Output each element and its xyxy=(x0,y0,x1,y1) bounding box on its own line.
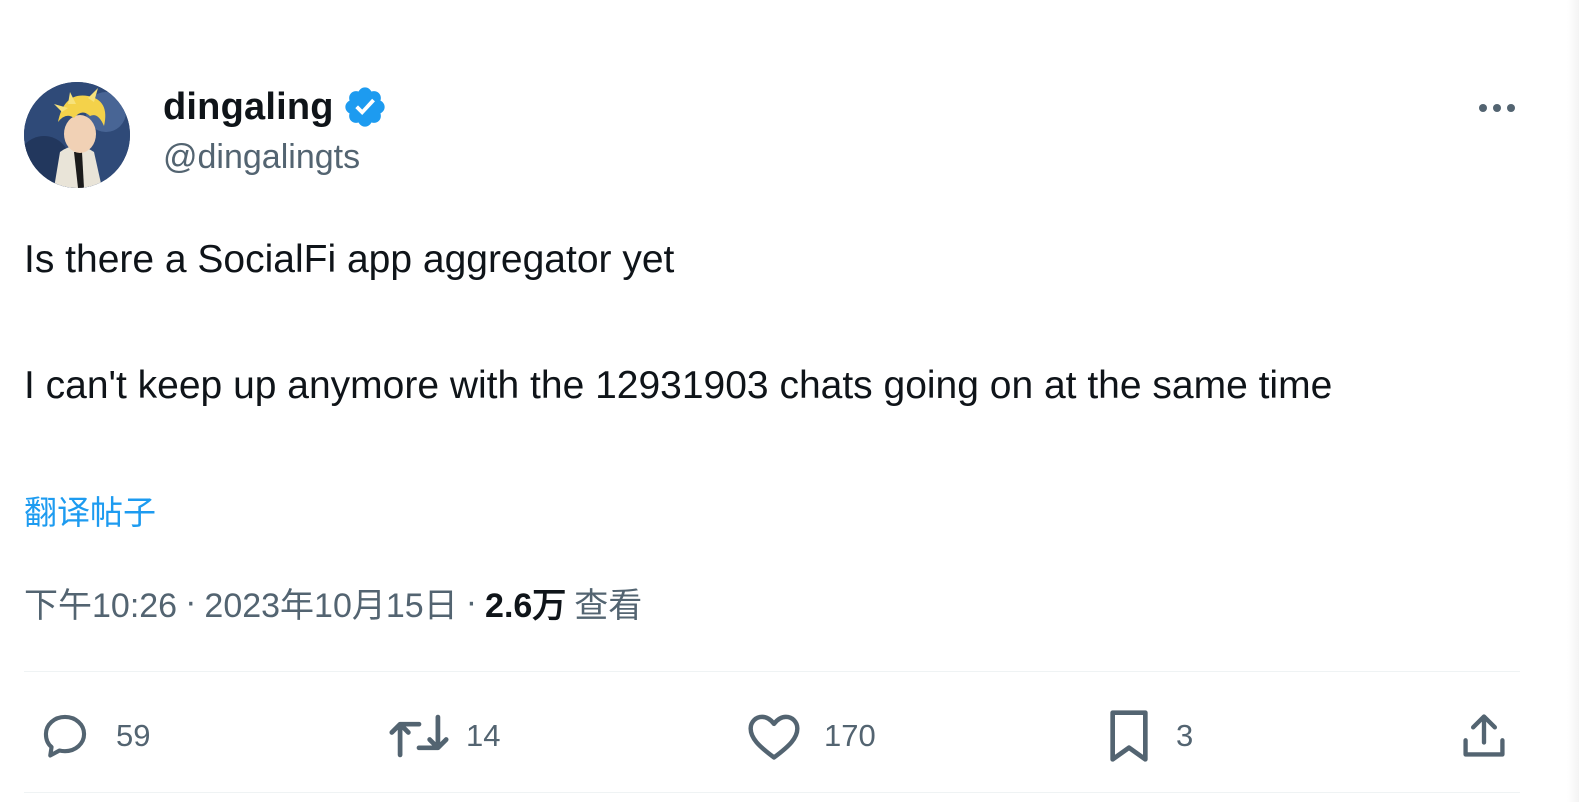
tweet-paragraph: I can't keep up anymore with the 1293190… xyxy=(24,364,1333,407)
tweet-meta: 下午10:26 · 2023年10月15日 · 2.6万 查看 xyxy=(24,578,642,627)
tweet-paragraph: Is there a SocialFi app aggregator yet xyxy=(24,238,675,281)
views-label: 查看 xyxy=(574,587,643,625)
reply-icon xyxy=(43,714,87,758)
author-name-row: dingaling xyxy=(163,84,388,130)
share-button[interactable] xyxy=(1458,700,1510,772)
reply-button[interactable]: 59 xyxy=(36,700,150,772)
reply-count: 59 xyxy=(116,718,151,753)
verified-badge-icon[interactable] xyxy=(342,84,388,130)
views-count: 2.6万 xyxy=(485,587,567,625)
divider xyxy=(24,792,1520,793)
avatar[interactable] xyxy=(24,82,130,188)
share-icon xyxy=(1463,714,1505,757)
scroll-edge xyxy=(1567,0,1579,802)
tweet-card: dingaling @dingalingts Is there a Social… xyxy=(0,0,1579,802)
tweet-date[interactable]: 2023年10月15日 xyxy=(204,578,457,627)
translate-post-link[interactable]: 翻译帖子 xyxy=(24,486,156,534)
meta-separator: · xyxy=(185,583,197,621)
more-options-button[interactable] xyxy=(1470,88,1524,128)
bookmark-icon xyxy=(1110,710,1148,762)
tweet-text: Is there a SocialFi app aggregator yet I… xyxy=(24,228,1514,417)
repost-button[interactable]: 14 xyxy=(388,700,500,772)
heart-icon xyxy=(748,714,800,760)
action-bar: 59 14 170 3 xyxy=(0,700,1579,772)
meta-separator: · xyxy=(465,583,478,621)
divider xyxy=(24,671,1520,672)
like-button[interactable]: 170 xyxy=(746,700,876,772)
display-name[interactable]: dingaling xyxy=(163,86,334,129)
repost-icon xyxy=(389,714,449,758)
like-count: 170 xyxy=(824,718,876,753)
more-horizontal-icon xyxy=(1479,104,1515,112)
repost-count: 14 xyxy=(466,718,501,753)
tweet-time[interactable]: 下午10:26 xyxy=(24,578,177,627)
author-handle[interactable]: @dingalingts xyxy=(163,138,360,177)
bookmark-count: 3 xyxy=(1176,718,1194,753)
bookmark-button[interactable]: 3 xyxy=(1104,700,1193,772)
